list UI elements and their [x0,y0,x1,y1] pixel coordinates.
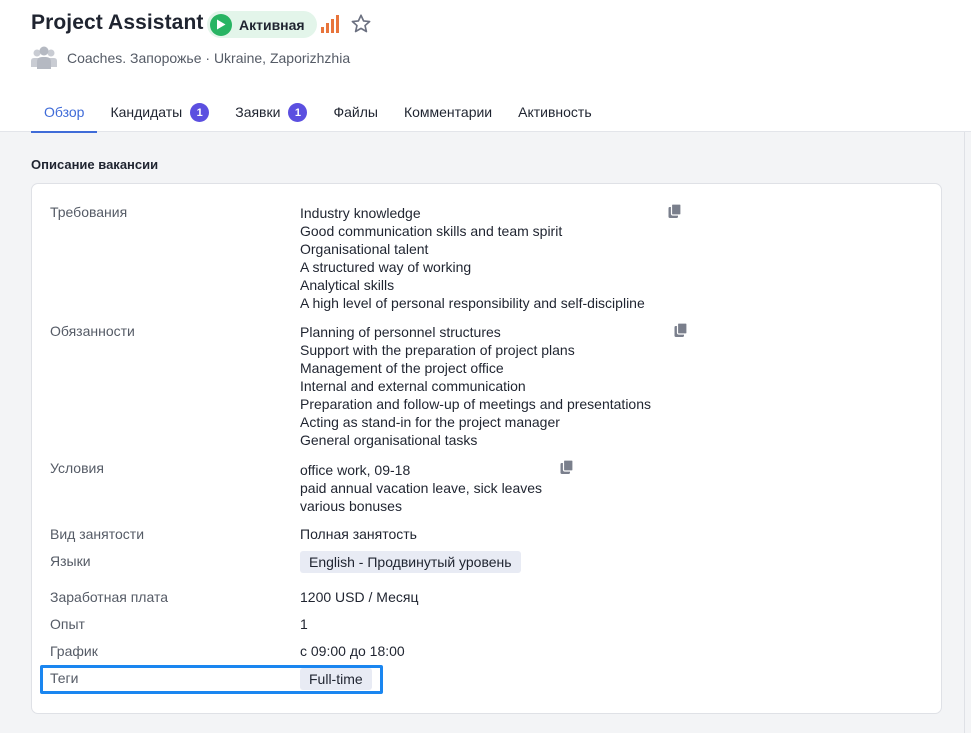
requirements-label: Требования [50,204,128,220]
duties-value: Planning of personnel structures Support… [300,323,651,449]
tab-activity[interactable]: Активность [505,97,605,132]
tags-label: Теги [50,670,79,686]
tab-count-badge: 1 [288,103,308,122]
tab-label: Файлы [333,104,378,120]
client-location[interactable]: Coaches. Запорожье · Ukraine, Zaporizhzh… [67,50,350,66]
copy-requirements-icon[interactable] [667,203,683,219]
requirement-line: Industry knowledge [300,205,421,221]
languages-label: Языки [50,553,91,569]
duty-line: Preparation and follow-up of meetings an… [300,396,651,412]
employment-label: Вид занятости [50,526,145,542]
tab-count-badge: 1 [190,103,210,122]
client-group-icon [31,46,57,69]
tab-label: Заявки [235,104,281,120]
schedule-value: с 09:00 до 18:00 [300,643,405,659]
tab-label: Комментарии [403,104,493,120]
duty-line: General organisational tasks [300,432,478,448]
tag-pill[interactable]: Full-time [300,668,372,690]
tab-files[interactable]: Файлы [320,97,390,132]
experience-value: 1 [300,616,308,632]
section-title: Описание вакансии [31,157,159,172]
salary-value: 1200 USD / Месяц [300,589,419,605]
status-badge[interactable]: Активная [207,11,317,38]
tab-bar: Обзор Кандидаты 1 Заявки 1 Файлы Коммент… [31,97,605,133]
duty-line: Management of the project office [300,360,504,376]
experience-label: Опыт [50,616,85,632]
tab-candidates[interactable]: Кандидаты 1 [97,97,222,132]
tab-requests[interactable]: Заявки 1 [222,97,320,132]
scrollbar-track[interactable] [964,132,965,733]
requirement-line: A structured way of working [300,259,472,275]
conditions-value: office work, 09-18 paid annual vacation … [300,461,542,515]
condition-line: paid annual vacation leave, sick leaves [300,480,543,496]
star-icon[interactable] [350,13,372,35]
page-title: Project Assistant [31,11,204,34]
condition-line: various bonuses [300,498,402,514]
requirement-line: Good communication skills and team spiri… [300,223,563,239]
header: Project Assistant Активная Coaches. Запо… [0,0,971,133]
duties-label: Обязанности [50,323,135,339]
language-pill: English - Продвинутый уровень [300,551,521,573]
employment-value: Полная занятость [300,526,417,542]
condition-line: office work, 09-18 [300,462,411,478]
conditions-label: Условия [50,460,104,476]
requirement-line: A high level of personal responsibility … [300,295,645,311]
schedule-label: График [50,643,98,659]
priority-bars-icon[interactable] [320,14,342,34]
tab-comments[interactable]: Комментарии [391,97,505,132]
requirements-value: Industry knowledge Good communication sk… [300,204,645,312]
tab-label: Активность [518,104,592,120]
requirement-line: Organisational talent [300,241,429,257]
copy-duties-icon[interactable] [673,322,689,338]
play-icon [210,13,232,36]
salary-label: Заработная плата [50,589,168,605]
duty-line: Internal and external communication [300,378,526,394]
duty-line: Planning of personnel structures [300,324,501,340]
status-label: Активная [239,16,305,33]
tab-overview[interactable]: Обзор [31,97,98,133]
duty-line: Acting as stand-in for the project manag… [300,414,560,430]
tab-label: Обзор [44,104,85,120]
requirement-line: Analytical skills [300,277,395,293]
duty-line: Support with the preparation of project … [300,342,575,358]
copy-conditions-icon[interactable] [559,459,575,475]
tab-label: Кандидаты [110,104,183,120]
